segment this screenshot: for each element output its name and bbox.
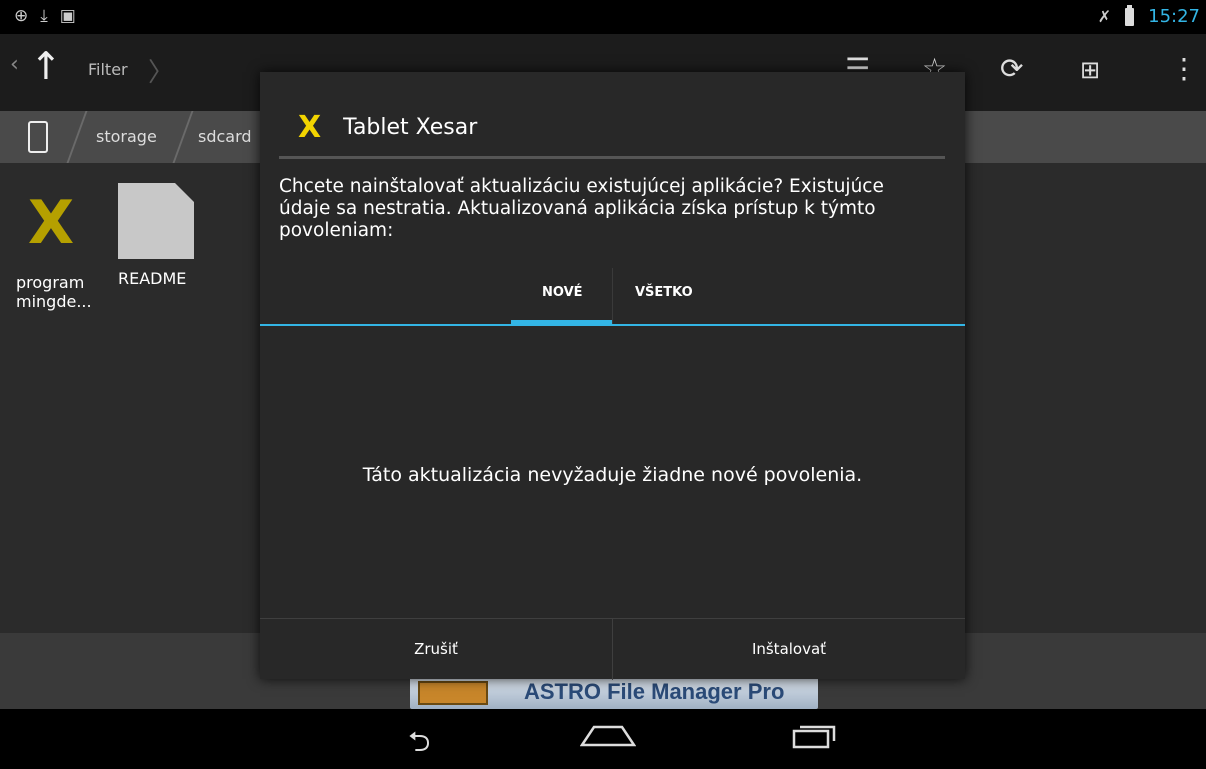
file-item[interactable]: X program mingde...	[16, 183, 106, 311]
breadcrumb-separator	[172, 111, 194, 163]
new-folder-icon[interactable]: ⊞	[1080, 56, 1100, 84]
home-icon[interactable]	[580, 725, 636, 747]
network-icon: ⊕	[14, 6, 29, 26]
app-icon: X	[298, 110, 322, 145]
title-divider	[279, 156, 945, 159]
filter-label[interactable]: Filter	[88, 60, 128, 79]
cancel-button[interactable]: Zrušiť	[260, 619, 612, 680]
ad-text: ASTRO File Manager Pro	[524, 679, 785, 704]
tab-indicator	[511, 320, 612, 326]
document-icon	[118, 183, 194, 259]
permission-tabs: NOVÉ VŠETKO	[260, 268, 965, 326]
app-x-icon: X	[27, 188, 75, 258]
overflow-menu-icon[interactable]: ⋮	[1170, 52, 1198, 85]
ad-logo	[418, 681, 488, 705]
file-item[interactable]: README	[118, 183, 208, 288]
install-button[interactable]: Inštalovať	[613, 619, 965, 680]
empty-permissions-text: Táto aktualizácia nevyžaduje žiadne nové…	[362, 464, 863, 486]
chevron-left-icon[interactable]: ‹	[10, 52, 19, 77]
mute-icon: ✗	[1097, 7, 1112, 26]
tab-all[interactable]: VŠETKO	[635, 285, 693, 300]
dialog-title: X Tablet Xesar	[298, 110, 477, 145]
chevron-right-icon: 〉	[148, 58, 175, 88]
status-bar: ⊕ ⤓ ▣ ✗ 15:27	[0, 0, 1206, 34]
dialog-button-bar: Zrušiť Inštalovať	[260, 618, 965, 680]
recent-apps-icon[interactable]	[792, 721, 836, 749]
breadcrumb-storage[interactable]: storage	[96, 127, 157, 146]
image-icon: ▣	[59, 6, 76, 26]
battery-icon	[1125, 4, 1135, 26]
up-arrow-icon[interactable]: ↑	[30, 44, 62, 88]
refresh-icon[interactable]: ⟳	[1000, 52, 1023, 85]
navigation-bar: ⮌	[0, 709, 1206, 762]
dialog-message: Chcete nainštalovať aktualizáciu existuj…	[279, 176, 884, 241]
device-icon[interactable]	[28, 121, 48, 153]
dialog-title-text: Tablet Xesar	[343, 115, 478, 140]
download-icon: ⤓	[40, 6, 48, 26]
status-time: 15:27	[1148, 6, 1200, 27]
install-dialog: X Tablet Xesar Chcete nainštalovať aktua…	[260, 72, 965, 680]
file-name: program mingde...	[16, 273, 92, 311]
tab-separator	[612, 268, 613, 326]
tab-new[interactable]: NOVÉ	[542, 285, 583, 300]
tab-underline	[260, 324, 965, 326]
ad-banner[interactable]: ASTRO File Manager Pro	[410, 677, 818, 709]
breadcrumb-separator	[66, 111, 88, 163]
file-name: README	[118, 269, 187, 288]
breadcrumb-sdcard[interactable]: sdcard	[198, 127, 252, 146]
